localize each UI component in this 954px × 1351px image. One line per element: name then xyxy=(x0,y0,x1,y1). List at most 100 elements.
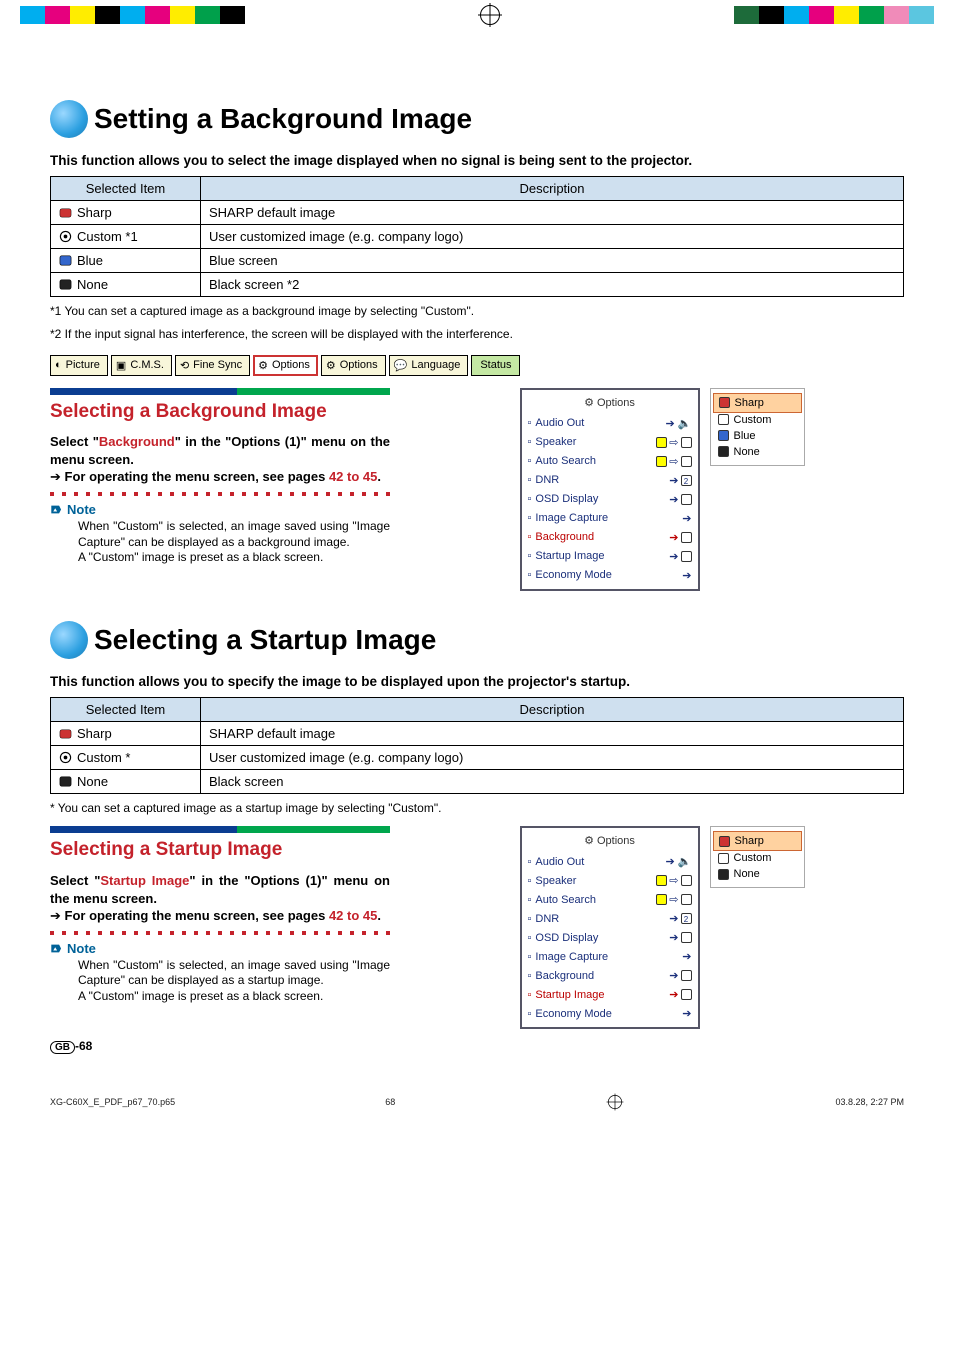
th-desc: Description xyxy=(201,697,904,721)
osd-indicator: ➔ xyxy=(669,988,691,1001)
th-desc: Description xyxy=(201,177,904,201)
section-bar xyxy=(50,826,390,833)
legend-box-1: Sharp Custom Blue None xyxy=(710,388,805,466)
osd-indicator: ➔ xyxy=(669,493,691,506)
sync-icon: ⟲ xyxy=(180,359,189,372)
osd-row-icon: ▫ xyxy=(528,531,532,543)
table-header: Selected Item Description xyxy=(51,177,904,201)
osd-indicator: ⇨ xyxy=(656,874,691,887)
page-number: -68 xyxy=(75,1039,92,1053)
legend-label: Sharp xyxy=(735,397,764,409)
osd-row-economy-mode[interactable]: ▫Economy Mode➔ xyxy=(528,566,692,585)
osd-row-icon: ▫ xyxy=(528,894,532,906)
osd-row-auto-search[interactable]: ▫Auto Search ⇨ xyxy=(528,452,692,471)
tab-options[interactable]: ⚙ Options xyxy=(321,355,386,376)
sub1-instr: Select "Background" in the "Options (1)"… xyxy=(50,433,390,486)
legend-row-none[interactable]: None xyxy=(718,866,797,882)
osd-row-background[interactable]: ▫Background➔ xyxy=(528,966,692,985)
osd-row-economy-mode[interactable]: ▫Economy Mode➔ xyxy=(528,1004,692,1023)
note-body2: A "Custom" image is preset as a black sc… xyxy=(78,989,390,1005)
section2-lead: This function allows you to specify the … xyxy=(50,674,904,689)
eye-icon xyxy=(59,230,73,244)
osd-row-image-capture[interactable]: ▫Image Capture➔ xyxy=(528,947,692,966)
legend-label: None xyxy=(734,446,760,458)
eye-icon xyxy=(59,751,73,765)
table-header: Selected Item Description xyxy=(51,697,904,721)
legend-label: Blue xyxy=(734,430,756,442)
osd-row-startup-image[interactable]: ▫Startup Image➔ xyxy=(528,985,692,1004)
tab-label: Options xyxy=(340,359,378,371)
osd-row-audio-out[interactable]: ▫Audio Out➔ 🔈 xyxy=(528,414,692,433)
color-bar-right xyxy=(734,6,934,24)
osd-row-icon: ▫ xyxy=(528,455,532,467)
legend-row-sharp[interactable]: Sharp xyxy=(713,393,802,413)
osd-row-startup-image[interactable]: ▫Startup Image➔ xyxy=(528,547,692,566)
opt-icon: ⚙ xyxy=(326,359,336,372)
sub1-hl: Background xyxy=(99,434,175,449)
osd-row-background[interactable]: ▫Background➔ xyxy=(528,528,692,547)
sub2-instr: Select "Startup Image" in the "Options (… xyxy=(50,872,390,925)
osd-indicator: ➔ xyxy=(669,969,691,982)
black-icon xyxy=(59,278,73,292)
section2-title: Selecting a Startup Image xyxy=(50,621,904,659)
osd-row-audio-out[interactable]: ▫Audio Out➔ 🔈 xyxy=(528,852,692,871)
note-icon xyxy=(50,942,63,955)
tab-label: Options xyxy=(272,359,310,371)
legend-row-custom[interactable]: Custom xyxy=(718,850,797,866)
legend-row-none[interactable]: None xyxy=(718,444,797,460)
osd-row-speaker[interactable]: ▫Speaker ⇨ xyxy=(528,871,692,890)
section-bar xyxy=(50,388,390,395)
legend-swatch-icon xyxy=(719,836,730,847)
dot-rule xyxy=(50,931,390,935)
footnote-2: *2 If the input signal has interference,… xyxy=(50,326,904,343)
osd-indicator: ⇨ xyxy=(656,893,691,906)
register-mark-icon xyxy=(608,1095,622,1109)
legend-label: None xyxy=(734,868,760,880)
bullet-icon xyxy=(50,621,88,659)
osd-indicator: ⇨ xyxy=(656,436,691,449)
cms-icon: ▣ xyxy=(116,359,126,372)
sub2-hl: Startup Image xyxy=(100,873,189,888)
tab-picture[interactable]: ◐Picture xyxy=(50,355,108,376)
osd-row-icon: ▫ xyxy=(528,512,532,524)
logo-icon xyxy=(59,727,73,741)
osd-row-osd-display[interactable]: ▫OSD Display➔ xyxy=(528,490,692,509)
osd-panel-2: ⚙ Options▫Audio Out➔ 🔈▫Speaker ⇨ ▫Auto S… xyxy=(520,826,700,1029)
osd-indicator: ➔ xyxy=(669,550,691,563)
osd-row-icon: ▫ xyxy=(528,875,532,887)
legend-row-blue[interactable]: Blue xyxy=(718,428,797,444)
osd-row-image-capture[interactable]: ▫Image Capture➔ xyxy=(528,509,692,528)
osd-row-icon: ▫ xyxy=(528,970,532,982)
osd-row-icon: ▫ xyxy=(528,436,532,448)
osd-row-dnr[interactable]: ▫DNR➔ 2 xyxy=(528,909,692,928)
tab-language[interactable]: 💬Language xyxy=(389,355,469,376)
tab-finesync[interactable]: ⟲Fine Sync xyxy=(175,355,250,376)
footnote-1: *1 You can set a captured image as a bac… xyxy=(50,303,904,320)
tab-options[interactable]: ⚙Options xyxy=(253,355,318,376)
startup-table: Selected Item Description SharpSHARP def… xyxy=(50,697,904,794)
note-text: Note xyxy=(67,941,96,956)
osd-row-dnr[interactable]: ▫DNR➔ 2 xyxy=(528,471,692,490)
osd-title: ⚙ Options xyxy=(528,394,692,414)
section2-title-text: Selecting a Startup Image xyxy=(94,624,436,656)
tab-status[interactable]: Status xyxy=(471,355,519,376)
table-row: Custom *1User customized image (e.g. com… xyxy=(51,225,904,249)
osd-row-auto-search[interactable]: ▫Auto Search ⇨ xyxy=(528,890,692,909)
osd-row-speaker[interactable]: ▫Speaker ⇨ xyxy=(528,433,692,452)
legend-row-sharp[interactable]: Sharp xyxy=(713,831,802,851)
th-selected: Selected Item xyxy=(51,697,201,721)
section1-title: Setting a Background Image xyxy=(50,100,904,138)
sub2-pre: Select " xyxy=(50,873,100,888)
tab-cms[interactable]: ▣C.M.S. xyxy=(111,355,172,376)
osd-row-osd-display[interactable]: ▫OSD Display➔ xyxy=(528,928,692,947)
osd-indicator: ➔ xyxy=(669,531,691,544)
legend-row-custom[interactable]: Custom xyxy=(718,412,797,428)
table-row: NoneBlack screen *2 xyxy=(51,273,904,297)
sub1-pages: 42 to 45 xyxy=(329,469,377,484)
menubar: ◐Picture▣C.M.S.⟲Fine Sync⚙Options⚙Option… xyxy=(50,355,904,376)
osd-row-icon: ▫ xyxy=(528,1008,532,1020)
osd-indicator: ➔ 🔈 xyxy=(666,855,692,868)
blue-icon xyxy=(59,254,73,268)
th-selected: Selected Item xyxy=(51,177,201,201)
osd-panel-1: ⚙ Options▫Audio Out➔ 🔈▫Speaker ⇨ ▫Auto S… xyxy=(520,388,700,591)
